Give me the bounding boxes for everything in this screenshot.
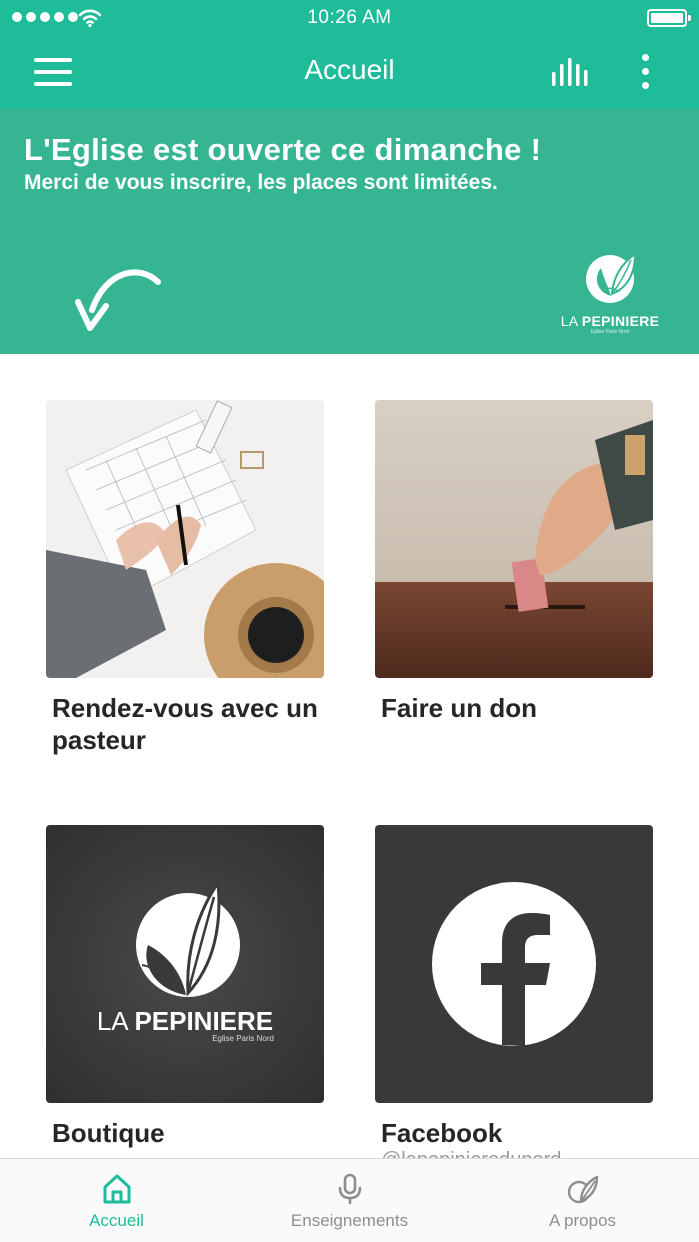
page-title: Accueil [304, 54, 395, 85]
banner-headline: L'Eglise est ouverte ce dimanche ! [24, 132, 542, 167]
shop-logo-subtitle: Eglise Paris Nord [212, 1034, 274, 1043]
leaf-icon [567, 1175, 598, 1204]
tile-label: Rendez-vous avec un pasteur [52, 693, 318, 755]
tile-shop[interactable]: LA PEPINIERE Eglise Paris Nord Boutique [46, 825, 324, 1149]
stats-icon[interactable] [550, 56, 592, 88]
leaf-logo-icon [586, 252, 637, 303]
banner-subline: Merci de vous inscrire, les places sont … [24, 171, 498, 194]
tile-facebook[interactable]: Facebook @lapepinieredunord [375, 825, 653, 1159]
status-bar: 10:26 AM [0, 0, 699, 36]
facebook-logo-image [375, 825, 653, 1103]
tile-label: Boutique [52, 1118, 165, 1148]
appointment-photo [46, 400, 324, 678]
more-options-icon[interactable] [634, 52, 656, 92]
tile-label: Facebook [381, 1118, 503, 1148]
shop-logo-image: LA PEPINIERE Eglise Paris Nord [46, 825, 324, 1103]
tab-accueil[interactable]: Accueil [0, 1159, 233, 1242]
curved-arrow-icon [75, 269, 161, 331]
logo-name: LA PEPINIERE [560, 313, 660, 329]
tab-label: Enseignements [290, 1211, 409, 1230]
logo-subtitle: Eglise Paris Nord [590, 329, 630, 335]
tile-label: Faire un don [381, 693, 537, 723]
microphone-icon [338, 1173, 361, 1205]
status-time: 10:26 AM [307, 7, 392, 28]
donation-photo [375, 400, 653, 678]
tab-label: Accueil [89, 1211, 144, 1230]
tile-donate[interactable]: Faire un don [375, 400, 653, 724]
church-logo: LA PEPINIERE Eglise Paris Nord [560, 248, 660, 335]
top-navigation-bar: Accueil [0, 36, 699, 108]
announcement-banner[interactable]: L'Eglise est ouverte ce dimanche ! Merci… [0, 108, 699, 354]
tab-enseignements[interactable]: Enseignements [233, 1159, 466, 1242]
shop-logo-name: LA PEPINIERE [97, 1006, 273, 1036]
home-icon [103, 1174, 130, 1204]
tile-appointment[interactable]: Rendez-vous avec un pasteur [46, 400, 324, 756]
tab-label: A propos [548, 1211, 617, 1230]
bottom-tab-bar: Accueil Enseignements A propos [0, 1158, 699, 1242]
battery-icon [647, 9, 691, 27]
tab-a-propos[interactable]: A propos [466, 1159, 699, 1242]
